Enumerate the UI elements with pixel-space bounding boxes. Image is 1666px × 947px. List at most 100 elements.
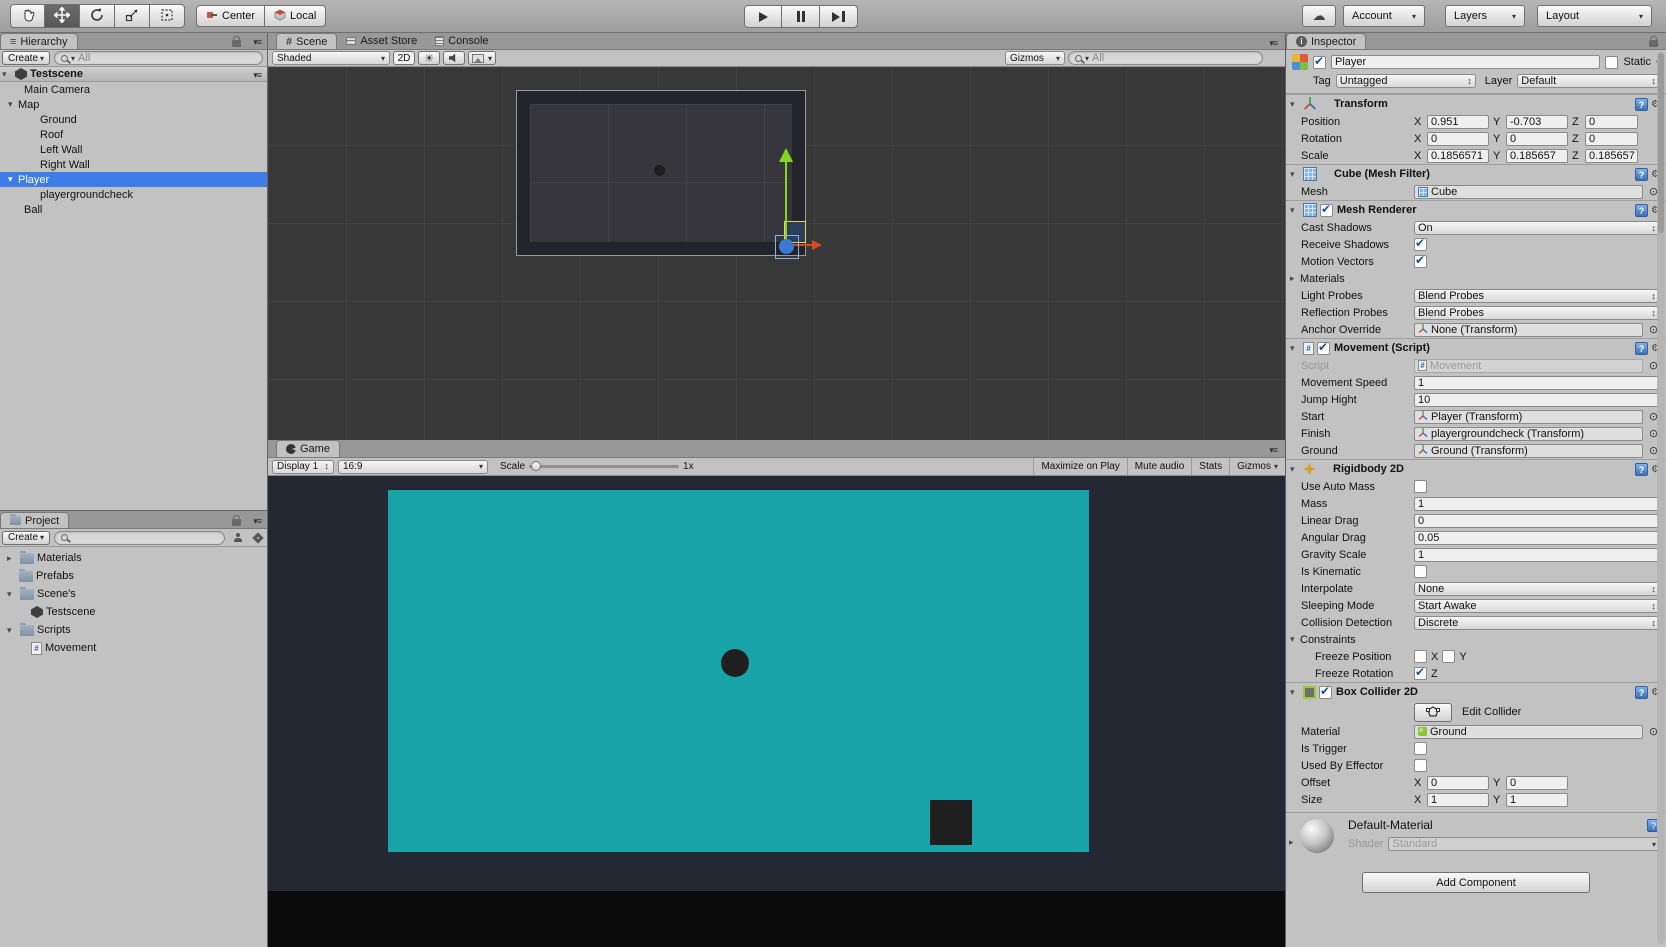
layer-dropdown[interactable]: Default [1517, 73, 1660, 88]
layout-dropdown[interactable]: Layout [1537, 5, 1652, 27]
axis-value-field[interactable]: 0 [1427, 775, 1489, 790]
component-header-cube-mesh-filter-[interactable]: Cube (Mesh Filter) [1286, 164, 1666, 183]
tab-inspector[interactable]: Inspector [1286, 33, 1367, 49]
scene-ball[interactable] [654, 165, 665, 176]
playergroundcheck-gizmo[interactable] [779, 239, 794, 254]
foldout-arrow-icon[interactable] [2, 69, 12, 80]
help-book-icon[interactable] [1635, 462, 1649, 476]
component-enabled-checkbox[interactable] [1317, 340, 1330, 355]
foldout-arrow-icon[interactable] [7, 625, 17, 636]
text-value-field[interactable]: 10 [1414, 392, 1660, 407]
foldout-arrow-icon[interactable] [1290, 464, 1300, 475]
project-item-materials[interactable]: Materials [0, 549, 267, 567]
foldout-arrow-icon[interactable] [1289, 837, 1299, 848]
hierarchy-search-input[interactable]: All [54, 51, 263, 65]
project-item-prefabs[interactable]: Prefabs [0, 567, 267, 585]
project-item-testscene[interactable]: Testscene [0, 603, 267, 621]
display-dropdown[interactable]: Display 1 [272, 459, 334, 474]
game-viewport[interactable] [268, 476, 1285, 947]
foldout-arrow-icon[interactable] [1290, 99, 1300, 110]
text-value-field[interactable]: 1 [1414, 375, 1660, 390]
help-book-icon[interactable] [1635, 685, 1649, 699]
enum-dropdown[interactable]: None [1414, 581, 1660, 596]
axis-value-field[interactable]: 0.185657 [1585, 148, 1638, 163]
panel-menu-icon[interactable] [253, 36, 261, 48]
axis-value-field[interactable]: 0 [1585, 114, 1638, 129]
project-item-scene-s[interactable]: Scene's [0, 585, 267, 603]
tab-hierarchy[interactable]: ≡ Hierarchy [0, 33, 78, 49]
component-header-transform[interactable]: Transform [1286, 94, 1666, 113]
help-book-icon[interactable] [1635, 97, 1649, 111]
enum-dropdown[interactable]: On [1414, 220, 1660, 235]
enum-dropdown[interactable]: Blend Probes [1414, 305, 1660, 320]
foldout-arrow-icon[interactable] [8, 174, 18, 185]
text-value-field[interactable]: 1 [1414, 496, 1660, 511]
tab-scene[interactable]: Scene [276, 33, 338, 49]
add-component-button[interactable]: Add Component [1362, 872, 1590, 893]
foldout-arrow-icon[interactable] [1290, 634, 1300, 645]
help-book-icon[interactable] [1635, 341, 1649, 355]
axis-value-field[interactable]: -0.703 [1506, 114, 1568, 129]
object-reference-field[interactable]: Cube [1414, 184, 1643, 199]
scale-tool-button[interactable] [115, 4, 150, 28]
panel-menu-icon[interactable] [1269, 444, 1277, 456]
object-reference-field[interactable]: Ground (Transform) [1414, 443, 1643, 458]
hierarchy-item-right-wall[interactable]: Right Wall [0, 157, 267, 172]
tab-asset-store[interactable]: Asset Store [337, 33, 426, 49]
foldout-arrow-icon[interactable] [7, 589, 17, 600]
hierarchy-item-player[interactable]: Player [0, 172, 267, 187]
hierarchy-item-roof[interactable]: Roof [0, 127, 267, 142]
project-item-movement[interactable]: Movement [0, 639, 267, 657]
stats-button[interactable]: Stats [1191, 458, 1229, 475]
hierarchy-item-left-wall[interactable]: Left Wall [0, 142, 267, 157]
play-button[interactable] [744, 5, 782, 28]
move-gizmo-y-axis[interactable] [785, 162, 787, 245]
panel-menu-icon[interactable] [253, 515, 261, 527]
hierarchy-item-main-camera[interactable]: Main Camera [0, 82, 267, 97]
maximize-on-play-button[interactable]: Maximize on Play [1033, 458, 1126, 475]
object-reference-field[interactable]: playergroundcheck (Transform) [1414, 426, 1643, 441]
panel-menu-icon[interactable] [253, 69, 261, 81]
enum-dropdown[interactable]: Start Awake [1414, 598, 1660, 613]
property-checkbox[interactable] [1414, 742, 1427, 755]
tab-project[interactable]: Project [0, 512, 70, 528]
component-header-movement-script-[interactable]: Movement (Script) [1286, 338, 1666, 357]
property-checkbox[interactable] [1414, 253, 1427, 268]
foldout-arrow-icon[interactable] [7, 553, 17, 564]
hierarchy-item-ball[interactable]: Ball [0, 202, 267, 217]
freeze-axis-checkbox-y[interactable] [1442, 650, 1456, 663]
scene-audio-button[interactable] [443, 51, 465, 65]
property-checkbox[interactable] [1414, 480, 1427, 493]
aspect-ratio-dropdown[interactable]: 16:9 [338, 459, 488, 474]
text-value-field[interactable]: 0 [1414, 513, 1660, 528]
move-tool-button[interactable] [45, 4, 80, 28]
hidden-packages-button[interactable] [229, 531, 247, 545]
component-header-box-collider-2d[interactable]: Box Collider 2D [1286, 682, 1666, 701]
hierarchy-item-ground[interactable]: Ground [0, 112, 267, 127]
tab-console[interactable]: Console [426, 33, 497, 49]
foldout-arrow-icon[interactable] [1290, 169, 1300, 180]
panel-menu-icon[interactable] [1269, 37, 1277, 49]
axis-value-field[interactable]: 0 [1427, 131, 1489, 146]
object-reference-field[interactable]: Player (Transform) [1414, 409, 1643, 424]
freeze-axis-checkbox-x[interactable] [1414, 650, 1427, 663]
axis-value-field[interactable]: 0 [1506, 775, 1568, 790]
component-header-rigidbody-2d[interactable]: Rigidbody 2D [1286, 459, 1666, 478]
static-checkbox[interactable] [1605, 55, 1619, 69]
foldout-arrow-icon[interactable] [1290, 687, 1300, 698]
gameobject-name-field[interactable]: Player [1331, 55, 1601, 69]
foldout-arrow-icon[interactable] [1290, 273, 1300, 284]
scene-gizmos-dropdown[interactable]: Gizmos [1005, 51, 1065, 65]
component-enabled-checkbox[interactable] [1319, 684, 1332, 699]
hierarchy-item-map[interactable]: Map [0, 97, 267, 112]
edit-collider-button[interactable] [1414, 702, 1452, 722]
freeze-axis-checkbox-z[interactable] [1414, 665, 1427, 680]
component-header-mesh-renderer[interactable]: Mesh Renderer [1286, 200, 1666, 219]
layers-dropdown[interactable]: Layers [1445, 5, 1525, 27]
cloud-button[interactable]: ☁ [1302, 5, 1336, 27]
inspector-scrollbar[interactable] [1657, 51, 1665, 944]
gameobject-active-checkbox[interactable] [1313, 54, 1326, 69]
axis-value-field[interactable]: 0 [1506, 131, 1568, 146]
property-checkbox[interactable] [1414, 236, 1427, 251]
hierarchy-create-button[interactable]: Create [2, 51, 51, 65]
